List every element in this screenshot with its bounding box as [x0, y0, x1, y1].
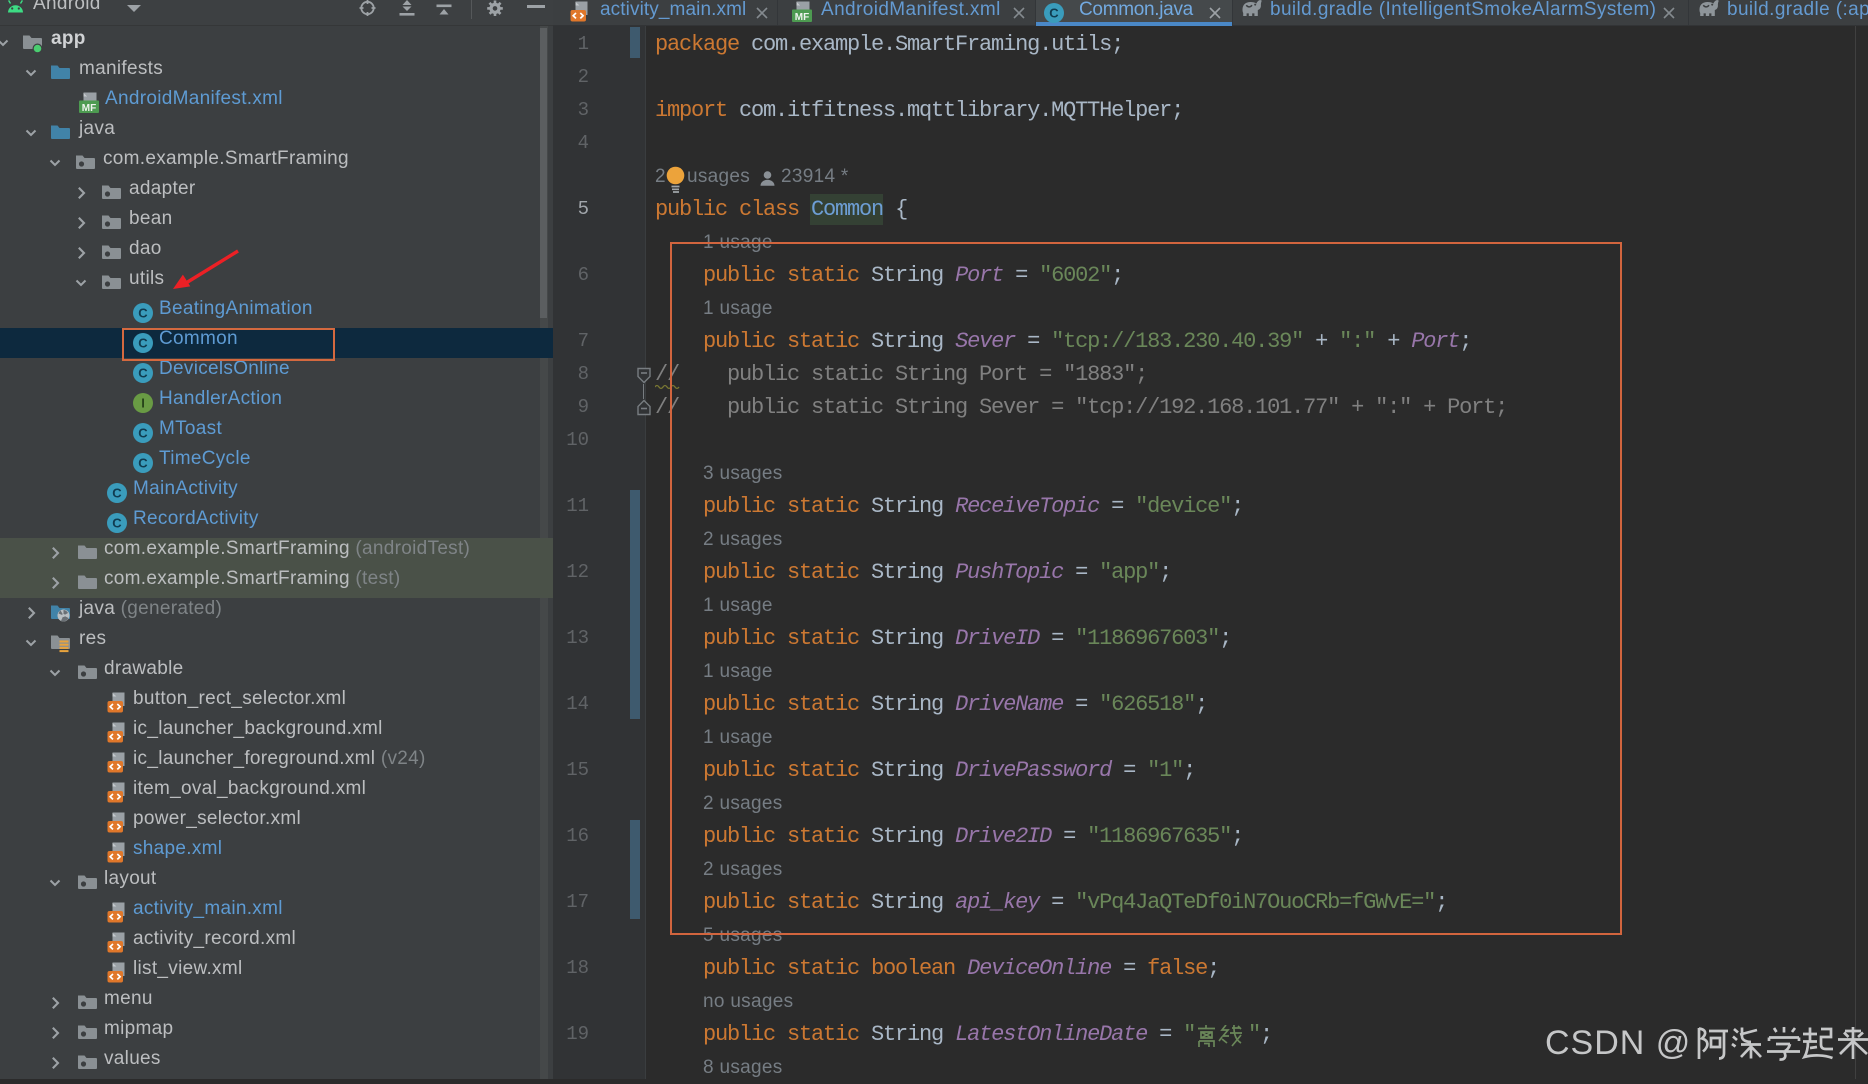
svg-text:MF: MF [795, 12, 809, 23]
svg-text:MF: MF [82, 103, 96, 114]
svg-text:C: C [138, 366, 148, 381]
svg-text:C: C [112, 516, 122, 531]
svg-text:C: C [1049, 6, 1059, 21]
svg-text:I: I [141, 396, 145, 411]
svg-text:C: C [112, 486, 122, 501]
svg-text:C: C [138, 456, 148, 471]
svg-text:C: C [138, 426, 148, 441]
svg-text:C: C [138, 306, 148, 321]
